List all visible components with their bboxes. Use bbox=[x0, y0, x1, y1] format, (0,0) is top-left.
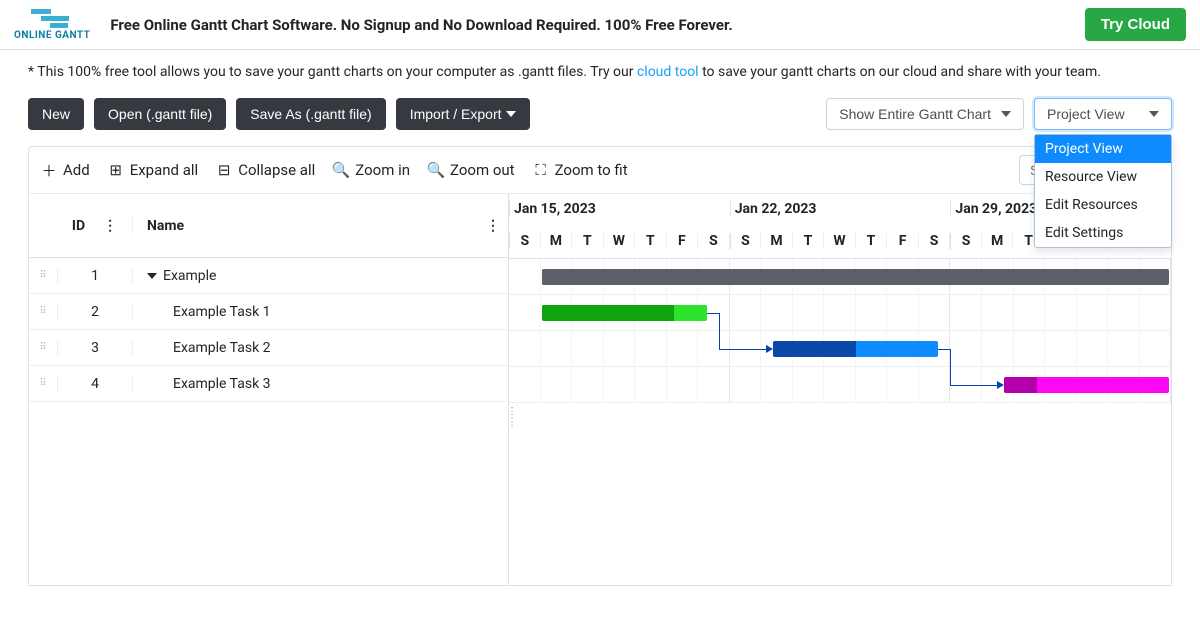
saveas-button[interactable]: Save As (.gantt file) bbox=[236, 98, 385, 130]
table-row[interactable]: ⠿ 4 Example Task 3 bbox=[29, 366, 508, 402]
day-header-cell: M bbox=[761, 233, 793, 249]
day-header-cell: T bbox=[793, 233, 825, 249]
zoom-out-icon: 🔍 bbox=[428, 162, 444, 178]
row-id: 2 bbox=[57, 304, 133, 320]
column-id-header[interactable]: ID bbox=[72, 218, 85, 234]
view-option-edit-settings[interactable]: Edit Settings bbox=[1035, 219, 1171, 247]
week-header-cell: Jan 22, 2023 bbox=[730, 201, 763, 217]
day-header-cell: W bbox=[604, 233, 636, 249]
zoom-fit-icon: ⛶ bbox=[533, 162, 549, 178]
zoom-fit-button[interactable]: ⛶Zoom to fit bbox=[533, 161, 628, 179]
gantt-bar[interactable] bbox=[542, 305, 707, 321]
chevron-down-icon bbox=[1149, 111, 1159, 117]
expand-caret-icon[interactable] bbox=[147, 273, 157, 279]
day-header-cell: T bbox=[572, 233, 604, 249]
plus-icon: ＋ bbox=[41, 162, 57, 178]
table-row[interactable]: ⠿ 2 Example Task 1 bbox=[29, 294, 508, 330]
day-header-cell: M bbox=[982, 233, 1014, 249]
row-name: Example Task 3 bbox=[133, 376, 508, 392]
drag-handle-icon[interactable]: ⠿ bbox=[29, 378, 57, 389]
splitter-handle[interactable]: ⋮⋮ bbox=[507, 406, 517, 428]
row-name: Example bbox=[133, 268, 508, 284]
open-button[interactable]: Open (.gantt file) bbox=[94, 98, 226, 130]
day-header-cell: W bbox=[824, 233, 856, 249]
logo-text: ONLINE GANTT bbox=[14, 30, 90, 41]
zoom-in-icon: 🔍 bbox=[333, 162, 349, 178]
cloud-tool-link[interactable]: cloud tool bbox=[637, 64, 699, 80]
expand-all-button[interactable]: ⊞Expand all bbox=[108, 161, 198, 179]
gantt-bar[interactable] bbox=[542, 269, 1169, 285]
view-dropdown-menu: Project View Resource View Edit Resource… bbox=[1034, 134, 1172, 248]
day-header-cell: S bbox=[950, 233, 982, 249]
add-button[interactable]: ＋Add bbox=[41, 161, 90, 179]
logo[interactable]: ONLINE GANTT bbox=[14, 9, 90, 41]
table-row[interactable]: ⠿ 1 Example bbox=[29, 258, 508, 294]
day-header-cell: T bbox=[856, 233, 888, 249]
row-id: 4 bbox=[57, 376, 133, 392]
drag-handle-icon[interactable]: ⠿ bbox=[29, 306, 57, 317]
row-name: Example Task 2 bbox=[133, 340, 508, 356]
week-header-cell: Jan 29, 2023 bbox=[950, 201, 983, 217]
zoom-out-button[interactable]: 🔍Zoom out bbox=[428, 161, 515, 179]
try-cloud-button[interactable]: Try Cloud bbox=[1085, 8, 1186, 41]
zoom-in-button[interactable]: 🔍Zoom in bbox=[333, 161, 410, 179]
row-name: Example Task 1 bbox=[133, 304, 508, 320]
kebab-icon[interactable]: ⋮ bbox=[486, 218, 500, 234]
import-export-button[interactable]: Import / Export bbox=[396, 98, 530, 130]
view-option-edit-resources[interactable]: Edit Resources bbox=[1035, 191, 1171, 219]
show-entire-dropdown[interactable]: Show Entire Gantt Chart bbox=[826, 98, 1024, 130]
row-id: 3 bbox=[57, 340, 133, 356]
day-header-cell: S bbox=[919, 233, 951, 249]
row-id: 1 bbox=[57, 268, 133, 284]
drag-handle-icon[interactable]: ⠿ bbox=[29, 342, 57, 353]
day-header-cell: S bbox=[509, 233, 541, 249]
week-header-cell: Jan 15, 2023 bbox=[509, 201, 542, 217]
view-option-project[interactable]: Project View bbox=[1035, 135, 1171, 163]
kebab-icon[interactable]: ⋮ bbox=[103, 218, 117, 234]
day-header-cell: F bbox=[887, 233, 919, 249]
drag-handle-icon[interactable]: ⠿ bbox=[29, 270, 57, 281]
tagline: Free Online Gantt Chart Software. No Sig… bbox=[110, 16, 1084, 34]
table-row[interactable]: ⠿ 3 Example Task 2 bbox=[29, 330, 508, 366]
intro-text: * This 100% free tool allows you to save… bbox=[0, 50, 1200, 94]
view-option-resource[interactable]: Resource View bbox=[1035, 163, 1171, 191]
collapse-all-button[interactable]: ⊟Collapse all bbox=[216, 161, 315, 179]
expand-icon: ⊞ bbox=[108, 162, 124, 178]
column-name-header[interactable]: Name bbox=[147, 218, 184, 234]
chevron-down-icon bbox=[1001, 111, 1011, 117]
day-header-cell: T bbox=[635, 233, 667, 249]
day-header-cell: S bbox=[730, 233, 762, 249]
new-button[interactable]: New bbox=[28, 98, 84, 130]
caret-down-icon bbox=[506, 111, 516, 117]
collapse-icon: ⊟ bbox=[216, 162, 232, 178]
gantt-bar[interactable] bbox=[1004, 377, 1169, 393]
gantt-bar[interactable] bbox=[773, 341, 938, 357]
day-header-cell: M bbox=[541, 233, 573, 249]
day-header-cell: S bbox=[698, 233, 730, 249]
day-header-cell: F bbox=[667, 233, 699, 249]
view-dropdown[interactable]: Project View bbox=[1034, 98, 1172, 130]
